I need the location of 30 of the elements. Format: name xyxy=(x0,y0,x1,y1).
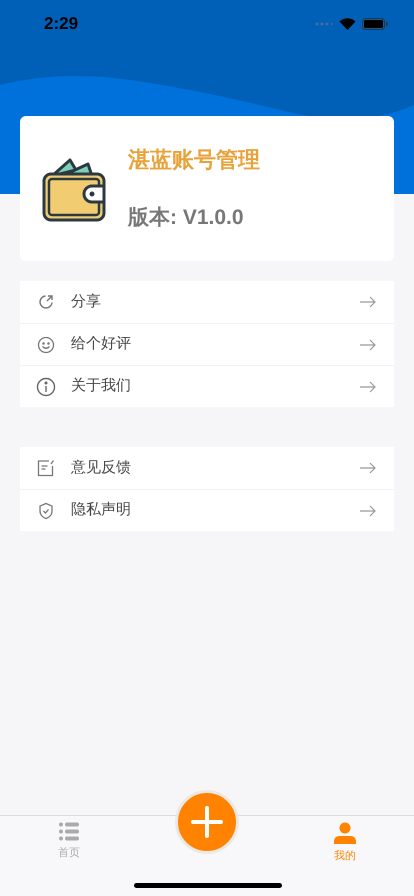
note-edit-icon xyxy=(37,459,55,477)
menu-item[interactable]: 意见反馈 xyxy=(20,447,394,489)
arrow-right-icon xyxy=(360,504,376,516)
app-title: 湛蓝账号管理 xyxy=(128,146,260,174)
info-icon xyxy=(36,376,56,396)
battery-icon xyxy=(362,18,388,30)
menu-item[interactable]: 隐私声明 xyxy=(20,489,394,531)
wifi-icon xyxy=(339,18,356,30)
menu-label: 给个好评 xyxy=(71,334,132,354)
arrow-right-icon xyxy=(360,462,376,474)
menu-label: 隐私声明 xyxy=(71,500,132,520)
shield-icon xyxy=(38,502,54,520)
status-time: 2:29 xyxy=(44,13,78,36)
arrow-right-icon xyxy=(360,380,376,392)
menu-item[interactable]: 关于我们 xyxy=(20,365,394,407)
list-icon xyxy=(59,822,79,841)
person-icon xyxy=(334,822,356,844)
smiley-icon xyxy=(37,336,55,354)
menu-label: 关于我们 xyxy=(71,376,132,396)
menu-item[interactable]: 分享 xyxy=(20,281,394,323)
share-icon xyxy=(37,293,55,311)
arrow-right-icon xyxy=(360,338,376,350)
menu-label: 分享 xyxy=(71,292,102,312)
signal-icon xyxy=(315,22,333,26)
menu-label: 意见反馈 xyxy=(71,458,132,478)
arrow-right-icon xyxy=(360,296,376,308)
app-version: 版本: V1.0.0 xyxy=(128,205,245,232)
plus-icon xyxy=(191,806,223,838)
menu-item[interactable]: 给个好评 xyxy=(20,323,394,365)
wallet-icon xyxy=(42,156,106,222)
